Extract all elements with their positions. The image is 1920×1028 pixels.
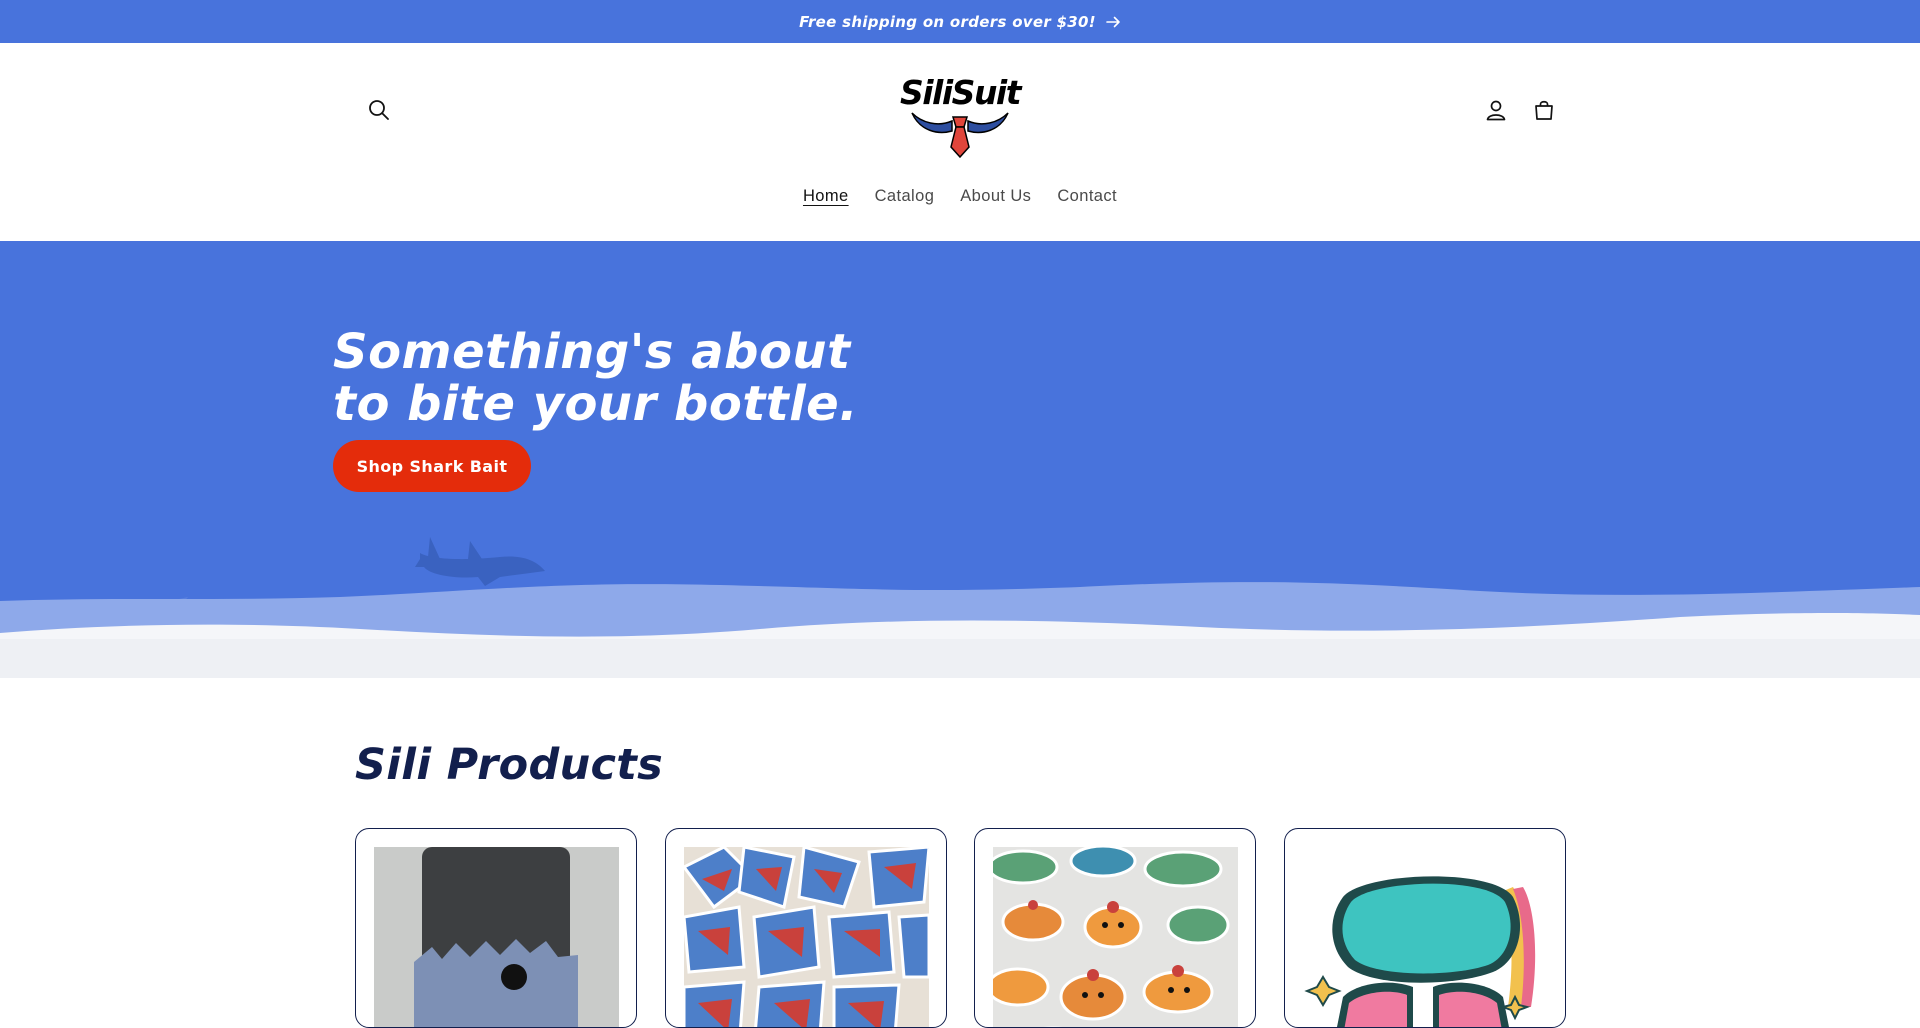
product-card[interactable]: [974, 828, 1256, 1028]
product-card[interactable]: [665, 828, 947, 1028]
hero-heading: Something's about to bite your bottle.: [333, 326, 933, 430]
cart-button[interactable]: [1522, 90, 1566, 134]
announcement-text: Free shipping on orders over $30!: [799, 12, 1096, 31]
products-section: Sili Products: [0, 678, 1920, 1028]
hero-heading-line-2: to bite your bottle.: [333, 376, 858, 432]
hero-wave-illustration: [0, 537, 1920, 678]
shop-shark-bait-button[interactable]: Shop Shark Bait: [333, 440, 531, 492]
arrow-right-icon: [1106, 16, 1121, 28]
nav-item-about-us[interactable]: About Us: [947, 183, 1044, 210]
product-card[interactable]: [1284, 828, 1566, 1028]
product-image-shark-stickers: [684, 847, 929, 1027]
section-title: Sili Products: [355, 740, 664, 790]
nav-item-catalog[interactable]: Catalog: [862, 183, 948, 210]
hero-banner: Something's about to bite your bottle. S…: [0, 241, 1920, 678]
search-icon: [367, 98, 391, 126]
product-card[interactable]: [355, 828, 637, 1028]
user-icon: [1484, 98, 1508, 126]
main-nav: Home Catalog About Us Contact: [0, 183, 1920, 210]
cart-icon: [1532, 98, 1556, 126]
tie-collar-icon: [911, 112, 1009, 159]
logo-wordmark: SiliSuit: [899, 73, 1022, 112]
shark-icon: [415, 537, 545, 586]
nav-item-home[interactable]: Home: [790, 183, 862, 210]
site-header: SiliSuit Home Catalog About Us Contact: [0, 43, 1920, 241]
product-image-shark-boot: [374, 847, 619, 1027]
search-button[interactable]: [357, 90, 401, 134]
product-image-stay-sili-sticker: [1303, 847, 1548, 1027]
product-image-fish-stickers: [993, 847, 1238, 1027]
site-logo[interactable]: SiliSuit: [890, 73, 1030, 159]
hero-heading-line-1: Something's about: [333, 324, 851, 380]
announcement-bar[interactable]: Free shipping on orders over $30!: [0, 0, 1920, 43]
account-button[interactable]: [1474, 90, 1518, 134]
nav-item-contact[interactable]: Contact: [1044, 183, 1130, 210]
